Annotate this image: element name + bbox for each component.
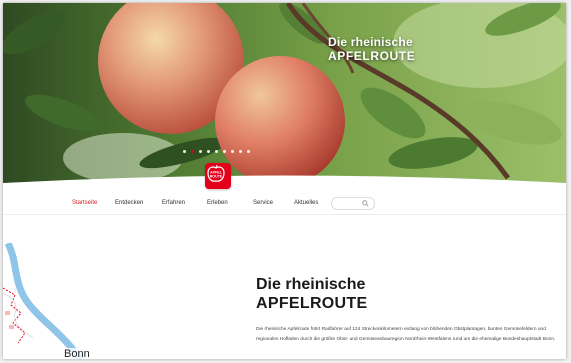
slider-dot-active[interactable]	[191, 150, 194, 153]
content-title-line1: Die rheinische	[256, 276, 366, 293]
main-navigation: Startseite Entdecken Erfahren Erleben Se…	[3, 193, 566, 215]
logo-text-bottom: ROUTE	[210, 175, 223, 179]
map-graphic	[3, 241, 85, 359]
nav-item-aktuelles[interactable]: Aktuelles	[294, 200, 318, 206]
apfelroute-logo[interactable]: APFEL ROUTE	[205, 163, 231, 189]
slider-dot[interactable]	[239, 150, 242, 153]
hero-slider[interactable]: Die rheinische APFELROUTE APFEL ROUTE	[3, 3, 566, 193]
nav-item-service[interactable]: Service	[253, 200, 273, 206]
slider-dot[interactable]	[207, 150, 210, 153]
slider-dot[interactable]	[199, 150, 202, 153]
content-title-line2: APFELROUTE	[256, 295, 368, 312]
slider-dot[interactable]	[231, 150, 234, 153]
slider-dot[interactable]	[215, 150, 218, 153]
slider-dots	[183, 150, 250, 153]
route-map[interactable]	[3, 241, 123, 359]
nav-item-entdecken[interactable]: Entdecken	[115, 200, 143, 206]
slider-dot[interactable]	[223, 150, 226, 153]
map-city-label: Bonn	[63, 348, 91, 359]
slider-dot[interactable]	[247, 150, 250, 153]
nav-divider	[3, 214, 566, 215]
nav-item-erleben[interactable]: Erleben	[207, 200, 228, 206]
hero-title: Die rheinische APFELROUTE	[328, 35, 415, 63]
nav-item-erfahren[interactable]: Erfahren	[162, 200, 185, 206]
apple-logo-icon: APFEL ROUTE	[207, 164, 225, 182]
content-intro-text: Die rheinische Apfelroute führt Radfahre…	[256, 327, 556, 342]
page-frame: Die rheinische APFELROUTE APFEL ROUTE St…	[3, 3, 566, 359]
hero-title-line1: Die rheinische	[328, 35, 413, 49]
hero-image	[3, 3, 566, 193]
search-input[interactable]	[331, 197, 375, 210]
nav-item-startseite[interactable]: Startseite	[72, 200, 97, 206]
slider-dot[interactable]	[183, 150, 186, 153]
hero-title-line2: APFELROUTE	[328, 49, 416, 63]
content-title: Die rheinische APFELROUTE	[256, 275, 367, 313]
search-icon[interactable]	[362, 200, 369, 207]
